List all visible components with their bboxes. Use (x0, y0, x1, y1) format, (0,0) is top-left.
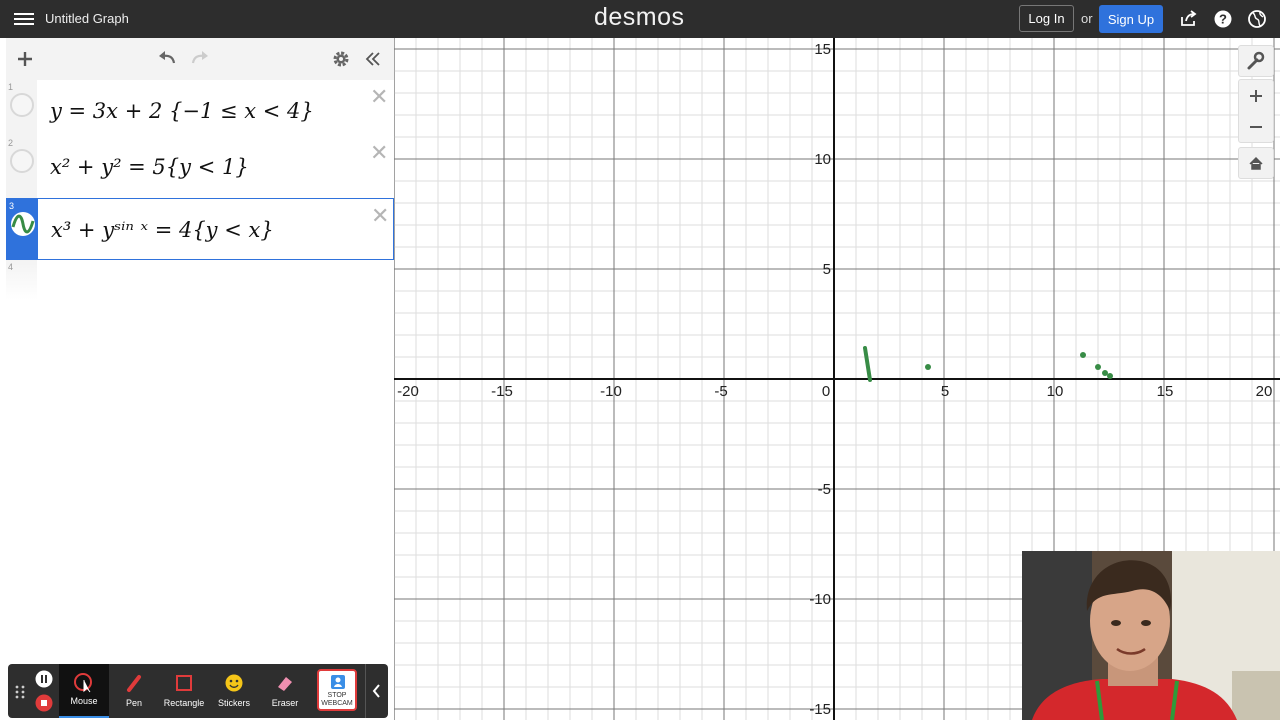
expression-number: 2 (8, 138, 14, 148)
expression-row[interactable]: 2 x² + y² = 5{y < 1} ✕ (6, 136, 394, 199)
eraser-tool-button[interactable]: Eraser (260, 664, 310, 718)
help-icon[interactable]: ? (1213, 9, 1233, 29)
x-tick-label: -5 (714, 383, 727, 400)
plus-icon[interactable] (17, 51, 33, 67)
y-tick-label: 15 (814, 41, 831, 58)
expression-gutter: 1 (6, 80, 37, 142)
pen-tool-button[interactable]: Pen (109, 664, 159, 718)
mouse-icon (74, 673, 92, 693)
expression-number: 3 (9, 201, 15, 211)
rectangle-icon (176, 675, 192, 691)
tool-label: Stickers (217, 698, 250, 708)
x-tick-label: 0 (822, 383, 830, 400)
mouse-tool-button[interactable]: Mouse (59, 664, 109, 718)
tool-label: Rectangle (163, 698, 205, 708)
share-icon[interactable] (1179, 9, 1199, 29)
pause-icon[interactable] (35, 670, 53, 688)
color-toggle-icon[interactable] (10, 93, 34, 117)
globe-icon[interactable] (1247, 9, 1267, 29)
stop-webcam-label: STOP WEBCAM (321, 692, 353, 707)
zoom-out-icon[interactable] (1239, 111, 1273, 142)
x-tick-label: -10 (600, 383, 622, 400)
tool-label: Mouse (70, 696, 98, 706)
signup-button[interactable]: Sign Up (1099, 5, 1163, 33)
collapse-toolbar-icon[interactable] (365, 664, 388, 718)
undo-icon[interactable] (157, 50, 177, 66)
delete-expression-icon[interactable]: ✕ (371, 204, 389, 229)
svg-text:?: ? (1219, 12, 1227, 27)
expression-number: 4 (8, 262, 14, 272)
x-tick-label: 5 (941, 383, 949, 400)
curve-segment (863, 346, 872, 382)
expression-toolbar (6, 38, 394, 81)
expression-input[interactable]: x² + y² = 5{y < 1} (50, 136, 249, 198)
webcam-icon (331, 675, 345, 689)
curve-point (1080, 352, 1086, 358)
expression-number: 1 (8, 82, 14, 92)
x-tick-label: -20 (397, 383, 419, 400)
graph-title[interactable]: Untitled Graph (45, 11, 129, 26)
login-button[interactable]: Log In (1019, 5, 1074, 32)
y-tick-label: 10 (814, 151, 831, 168)
rectangle-tool-button[interactable]: Rectangle (159, 664, 209, 718)
tool-label: Eraser (271, 698, 299, 708)
expression-input[interactable]: y = 3x + 2 {−1 ≤ x < 4} (50, 80, 314, 142)
y-tick-label: -10 (809, 591, 831, 608)
zoom-controls (1238, 79, 1274, 143)
home-icon[interactable] (1238, 147, 1274, 179)
wrench-icon[interactable] (1238, 45, 1274, 77)
stop-webcam-button[interactable]: STOP WEBCAM (317, 669, 357, 711)
stickers-tool-button[interactable]: Stickers (209, 664, 259, 718)
drag-handle-icon[interactable] (14, 684, 26, 700)
curve-point (1095, 364, 1101, 370)
webcam-video (1022, 551, 1280, 720)
expression-gutter: 2 (6, 136, 37, 198)
expression-panel: 1 y = 3x + 2 {−1 ≤ x < 4} ✕ 2 x² + y² = … (6, 38, 395, 720)
x-tick-label: 15 (1157, 383, 1174, 400)
color-toggle-icon[interactable] (10, 149, 34, 173)
desmos-logo: desmos (594, 3, 685, 31)
graph-wave-icon[interactable] (10, 211, 36, 237)
y-tick-label: 5 (823, 261, 831, 278)
stop-record-icon[interactable] (35, 694, 53, 712)
zoom-in-icon[interactable] (1239, 80, 1273, 111)
empty-expression-row[interactable]: 4 (6, 260, 37, 300)
x-tick-label: -15 (491, 383, 513, 400)
y-tick-label: -5 (818, 481, 831, 498)
tool-label: Pen (125, 698, 142, 708)
sticker-icon (225, 674, 243, 692)
annotation-toolbar: Mouse Pen Rectangle Stickers Eraser STOP… (8, 664, 388, 718)
x-tick-label: 20 (1256, 383, 1273, 400)
curve-point (1107, 373, 1113, 379)
delete-expression-icon[interactable]: ✕ (370, 141, 388, 166)
expression-input[interactable]: x³ + yˢⁱⁿ ˣ = 4{y < x} (51, 199, 274, 261)
eraser-icon (278, 677, 292, 691)
redo-icon[interactable] (190, 50, 210, 66)
top-bar: Untitled Graph desmos Log In or Sign Up … (0, 0, 1280, 38)
pen-icon (127, 675, 141, 692)
curve-point (1102, 370, 1108, 376)
curve-point (925, 364, 931, 370)
menu-icon[interactable] (14, 10, 34, 28)
expression-gutter: 3 (7, 199, 38, 259)
collapse-icon[interactable] (365, 51, 381, 67)
x-tick-label: 10 (1047, 383, 1064, 400)
delete-expression-icon[interactable]: ✕ (370, 85, 388, 110)
expression-row[interactable]: 1 y = 3x + 2 {−1 ≤ x < 4} ✕ (6, 80, 394, 143)
or-label: or (1081, 11, 1093, 26)
expression-row-active[interactable]: 3 x³ + yˢⁱⁿ ˣ = 4{y < x} ✕ (6, 198, 394, 260)
y-tick-label: -15 (809, 701, 831, 718)
gear-icon[interactable] (332, 50, 350, 68)
